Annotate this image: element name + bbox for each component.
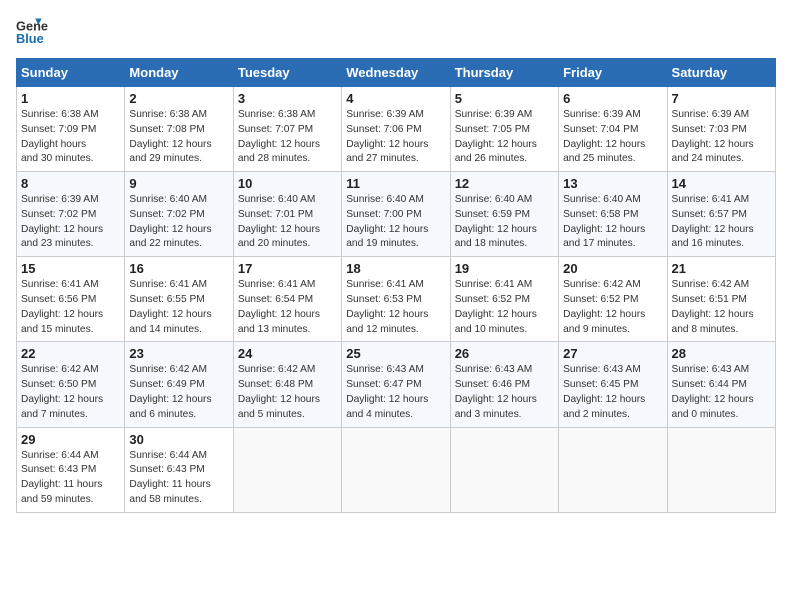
calendar-day-1: 1 Sunrise: 6:38 AMSunset: 7:09 PMDaylight…: [17, 87, 125, 172]
calendar-day-18: 18Sunrise: 6:41 AMSunset: 6:53 PMDayligh…: [342, 257, 450, 342]
calendar-day-14: 14Sunrise: 6:41 AMSunset: 6:57 PMDayligh…: [667, 172, 775, 257]
calendar-day-8: 8Sunrise: 6:39 AMSunset: 7:02 PMDaylight…: [17, 172, 125, 257]
empty-cell: [342, 427, 450, 512]
col-header-wednesday: Wednesday: [342, 59, 450, 87]
calendar-day-28: 28Sunrise: 6:43 AMSunset: 6:44 PMDayligh…: [667, 342, 775, 427]
empty-cell: [667, 427, 775, 512]
calendar-day-21: 21Sunrise: 6:42 AMSunset: 6:51 PMDayligh…: [667, 257, 775, 342]
page-header: General Blue: [16, 16, 776, 48]
calendar-day-3: 3Sunrise: 6:38 AMSunset: 7:07 PMDaylight…: [233, 87, 341, 172]
calendar-week-1: 8Sunrise: 6:39 AMSunset: 7:02 PMDaylight…: [17, 172, 776, 257]
calendar-day-9: 9Sunrise: 6:40 AMSunset: 7:02 PMDaylight…: [125, 172, 233, 257]
calendar-day-30: 30Sunrise: 6:44 AMSunset: 6:43 PMDayligh…: [125, 427, 233, 512]
calendar-day-20: 20Sunrise: 6:42 AMSunset: 6:52 PMDayligh…: [559, 257, 667, 342]
calendar-day-7: 7Sunrise: 6:39 AMSunset: 7:03 PMDaylight…: [667, 87, 775, 172]
calendar-day-4: 4Sunrise: 6:39 AMSunset: 7:06 PMDaylight…: [342, 87, 450, 172]
calendar-day-5: 5Sunrise: 6:39 AMSunset: 7:05 PMDaylight…: [450, 87, 558, 172]
calendar-week-2: 15Sunrise: 6:41 AMSunset: 6:56 PMDayligh…: [17, 257, 776, 342]
calendar-day-17: 17Sunrise: 6:41 AMSunset: 6:54 PMDayligh…: [233, 257, 341, 342]
calendar-day-10: 10Sunrise: 6:40 AMSunset: 7:01 PMDayligh…: [233, 172, 341, 257]
calendar-week-0: 1 Sunrise: 6:38 AMSunset: 7:09 PMDaylight…: [17, 87, 776, 172]
logo-icon: General Blue: [16, 16, 48, 48]
calendar-header-row: SundayMondayTuesdayWednesdayThursdayFrid…: [17, 59, 776, 87]
col-header-sunday: Sunday: [17, 59, 125, 87]
empty-cell: [450, 427, 558, 512]
empty-cell: [559, 427, 667, 512]
calendar-week-4: 29Sunrise: 6:44 AMSunset: 6:43 PMDayligh…: [17, 427, 776, 512]
calendar-day-26: 26Sunrise: 6:43 AMSunset: 6:46 PMDayligh…: [450, 342, 558, 427]
calendar-day-15: 15Sunrise: 6:41 AMSunset: 6:56 PMDayligh…: [17, 257, 125, 342]
calendar-day-24: 24Sunrise: 6:42 AMSunset: 6:48 PMDayligh…: [233, 342, 341, 427]
col-header-monday: Monday: [125, 59, 233, 87]
day-info: Sunrise: 6:38 AMSunset: 7:09 PMDaylight …: [21, 108, 120, 167]
calendar-body: 1 Sunrise: 6:38 AMSunset: 7:09 PMDaylight…: [17, 87, 776, 513]
calendar-day-11: 11Sunrise: 6:40 AMSunset: 7:00 PMDayligh…: [342, 172, 450, 257]
calendar-day-29: 29Sunrise: 6:44 AMSunset: 6:43 PMDayligh…: [17, 427, 125, 512]
calendar-day-13: 13Sunrise: 6:40 AMSunset: 6:58 PMDayligh…: [559, 172, 667, 257]
col-header-tuesday: Tuesday: [233, 59, 341, 87]
calendar-day-12: 12Sunrise: 6:40 AMSunset: 6:59 PMDayligh…: [450, 172, 558, 257]
calendar-day-22: 22Sunrise: 6:42 AMSunset: 6:50 PMDayligh…: [17, 342, 125, 427]
calendar-day-23: 23Sunrise: 6:42 AMSunset: 6:49 PMDayligh…: [125, 342, 233, 427]
logo: General Blue: [16, 16, 48, 48]
calendar-table: SundayMondayTuesdayWednesdayThursdayFrid…: [16, 58, 776, 513]
col-header-saturday: Saturday: [667, 59, 775, 87]
calendar-week-3: 22Sunrise: 6:42 AMSunset: 6:50 PMDayligh…: [17, 342, 776, 427]
day-number: 1: [21, 91, 120, 106]
svg-text:Blue: Blue: [16, 31, 44, 46]
col-header-thursday: Thursday: [450, 59, 558, 87]
calendar-day-19: 19Sunrise: 6:41 AMSunset: 6:52 PMDayligh…: [450, 257, 558, 342]
calendar-day-27: 27Sunrise: 6:43 AMSunset: 6:45 PMDayligh…: [559, 342, 667, 427]
col-header-friday: Friday: [559, 59, 667, 87]
calendar-day-6: 6Sunrise: 6:39 AMSunset: 7:04 PMDaylight…: [559, 87, 667, 172]
empty-cell: [233, 427, 341, 512]
calendar-day-2: 2Sunrise: 6:38 AMSunset: 7:08 PMDaylight…: [125, 87, 233, 172]
calendar-day-16: 16Sunrise: 6:41 AMSunset: 6:55 PMDayligh…: [125, 257, 233, 342]
calendar-day-25: 25Sunrise: 6:43 AMSunset: 6:47 PMDayligh…: [342, 342, 450, 427]
